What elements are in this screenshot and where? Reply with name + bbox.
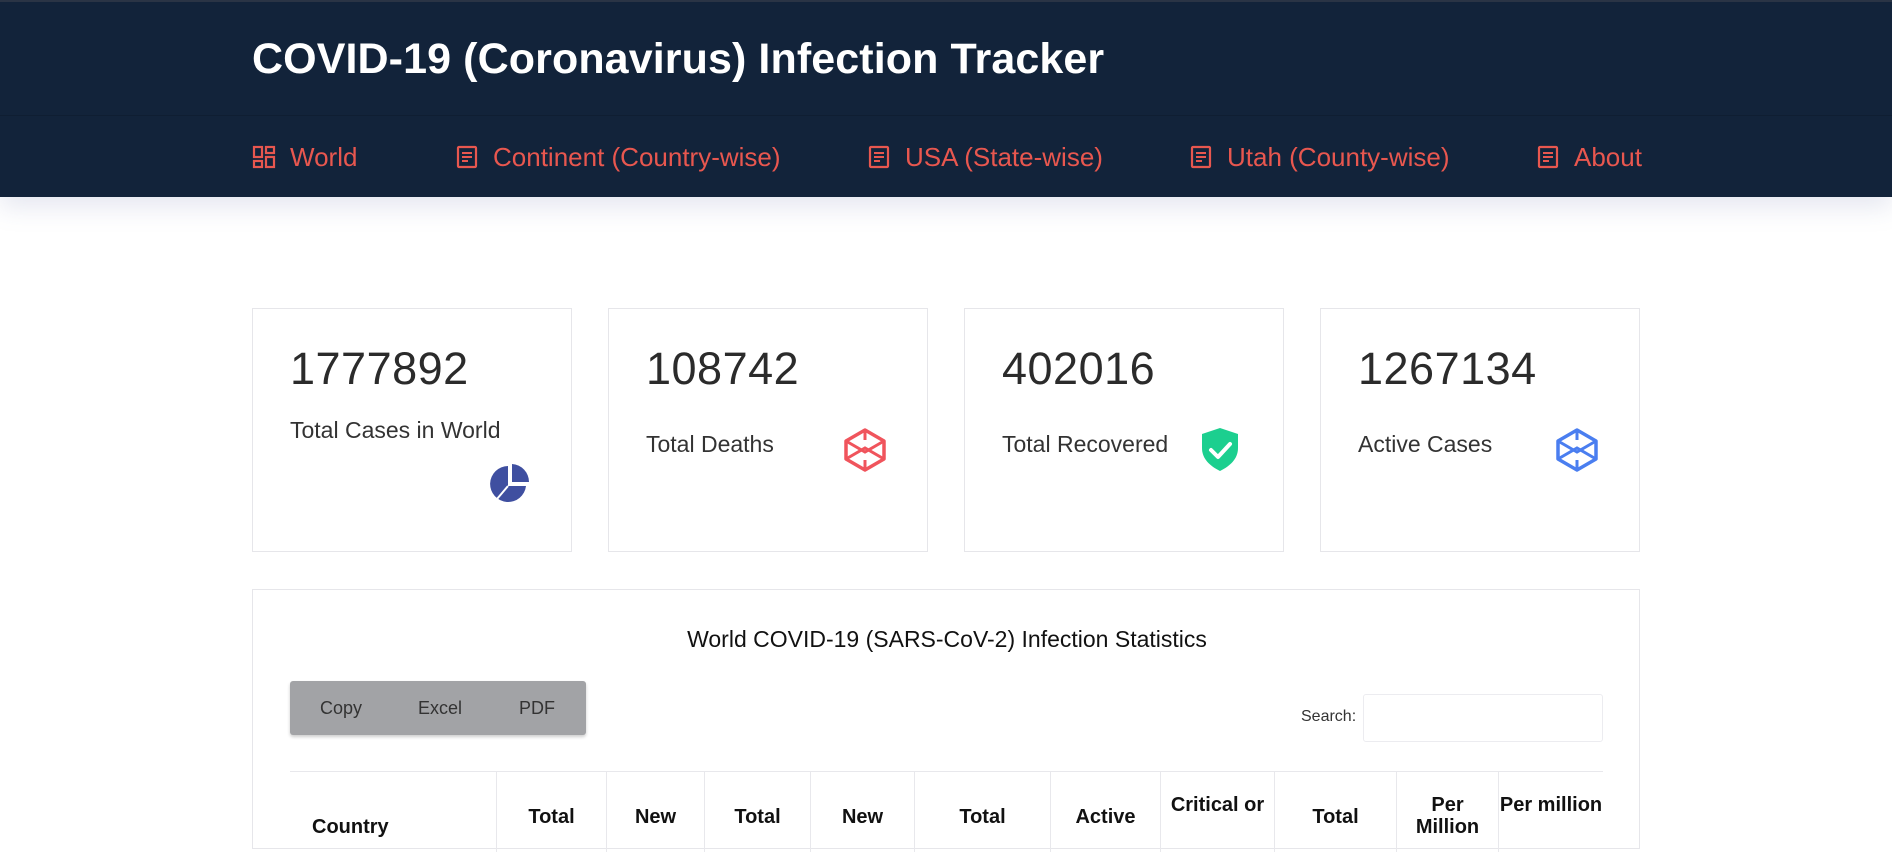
column-header-new-cases[interactable]: New bbox=[606, 772, 704, 852]
search-input[interactable] bbox=[1363, 694, 1603, 742]
search-label: Search: bbox=[1301, 708, 1357, 725]
stat-card-total-recovered: 402016 Total Recovered bbox=[964, 308, 1284, 552]
header-top-border bbox=[0, 0, 1892, 2]
site-header: COVID-19 (Coronavirus) Infection Tracker… bbox=[0, 0, 1892, 197]
column-header-critical[interactable]: Critical or bbox=[1160, 772, 1274, 852]
stat-card-active-cases: 1267134 Active Cases bbox=[1320, 308, 1640, 552]
nav-label: Utah (County-wise) bbox=[1227, 141, 1450, 172]
nav-item-usa[interactable]: USA (State-wise) bbox=[867, 140, 1103, 174]
stat-value: 1267134 bbox=[1358, 343, 1537, 394]
excel-button[interactable]: Excel bbox=[392, 681, 488, 735]
stat-value: 402016 bbox=[1002, 343, 1156, 394]
stat-card-total-cases: 1777892 Total Cases in World bbox=[252, 308, 572, 552]
stat-value: 1777892 bbox=[290, 343, 469, 394]
column-header-active[interactable]: Active bbox=[1050, 772, 1160, 852]
cube-icon bbox=[1554, 427, 1600, 473]
panel-title: World COVID-19 (SARS-CoV-2) Infection St… bbox=[687, 626, 1207, 652]
document-icon bbox=[455, 145, 479, 169]
statistics-table-header: Country Total New Total New Total Active… bbox=[290, 771, 1603, 852]
export-button-group: Copy Excel PDF bbox=[290, 681, 586, 735]
column-header-per-million-deaths[interactable]: Per million bbox=[1498, 772, 1603, 852]
stat-label: Total Recovered bbox=[1002, 431, 1169, 457]
stat-value: 108742 bbox=[646, 343, 800, 394]
stat-card-total-deaths: 108742 Total Deaths bbox=[608, 308, 928, 552]
dashboard-icon bbox=[252, 145, 276, 169]
shield-check-icon bbox=[1197, 426, 1243, 472]
pdf-button[interactable]: PDF bbox=[488, 681, 586, 735]
site-title[interactable]: COVID-19 (Coronavirus) Infection Tracker bbox=[252, 35, 1104, 84]
nav-item-about[interactable]: About bbox=[1536, 140, 1642, 174]
column-header-total-recovered[interactable]: Total bbox=[914, 772, 1050, 852]
document-icon bbox=[867, 145, 891, 169]
copy-button[interactable]: Copy bbox=[290, 681, 392, 735]
document-icon bbox=[1189, 145, 1213, 169]
column-header-new-deaths[interactable]: New bbox=[810, 772, 914, 852]
pie-chart-icon bbox=[487, 461, 533, 507]
nav-label: World bbox=[290, 141, 358, 172]
nav-item-continent[interactable]: Continent (Country-wise) bbox=[455, 140, 781, 174]
stat-label: Active Cases bbox=[1358, 431, 1493, 457]
column-header-total-cases[interactable]: Total bbox=[496, 772, 606, 852]
nav-item-world[interactable]: World bbox=[252, 140, 357, 174]
statistics-panel: World COVID-19 (SARS-CoV-2) Infection St… bbox=[252, 589, 1640, 852]
header-divider bbox=[0, 115, 1892, 116]
document-icon bbox=[1536, 145, 1560, 169]
stat-label: Total Cases in World bbox=[290, 417, 501, 443]
column-header-country[interactable]: Country bbox=[290, 772, 496, 852]
column-header-per-million-cases[interactable]: Per Million bbox=[1396, 772, 1498, 852]
column-header-total-tests[interactable]: Total bbox=[1274, 772, 1396, 852]
nav-label: Continent (Country-wise) bbox=[493, 141, 781, 172]
column-header-total-deaths[interactable]: Total bbox=[704, 772, 810, 852]
stat-label: Total Deaths bbox=[646, 431, 774, 457]
nav-item-utah[interactable]: Utah (County-wise) bbox=[1189, 140, 1450, 174]
nav-label: USA (State-wise) bbox=[905, 141, 1103, 172]
nav-label: About bbox=[1574, 141, 1642, 172]
cube-icon bbox=[842, 427, 888, 473]
